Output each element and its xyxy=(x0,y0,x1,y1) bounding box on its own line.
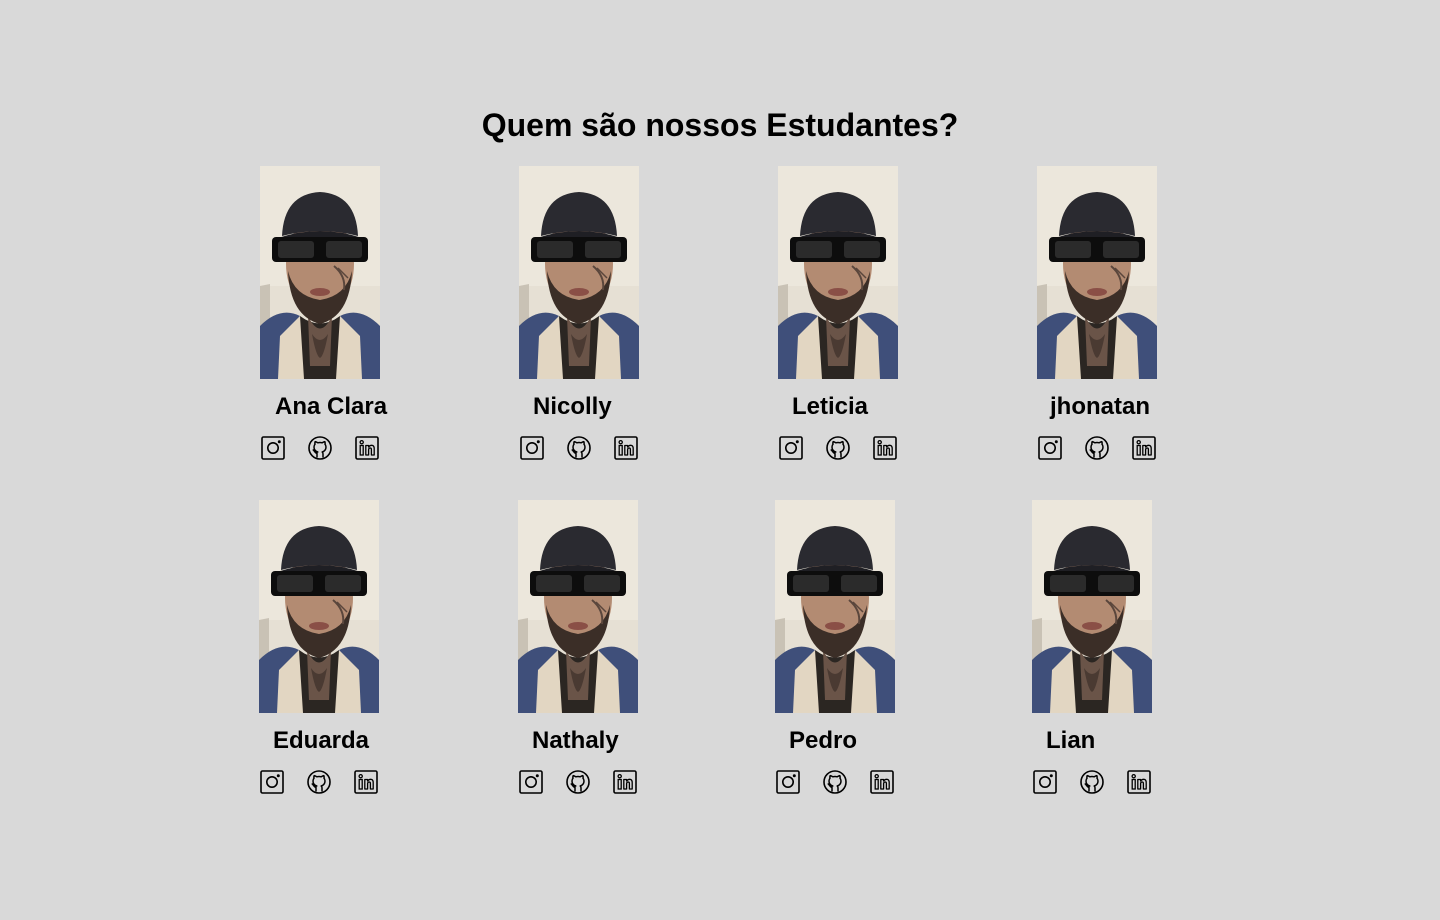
social-links xyxy=(518,769,640,795)
linkedin-icon[interactable] xyxy=(353,769,379,795)
social-links xyxy=(259,769,381,795)
social-links xyxy=(1032,769,1154,795)
instagram-icon[interactable] xyxy=(260,435,286,461)
linkedin-icon[interactable] xyxy=(612,769,638,795)
github-icon[interactable] xyxy=(822,769,848,795)
instagram-icon[interactable] xyxy=(778,435,804,461)
github-icon[interactable] xyxy=(307,435,333,461)
student-photo xyxy=(519,166,639,379)
page-title: Quem são nossos Estudantes? xyxy=(481,107,959,143)
student-photo xyxy=(778,166,898,379)
student-name: Leticia xyxy=(792,393,869,420)
github-icon[interactable] xyxy=(1079,769,1105,795)
student-card: Nicolly xyxy=(519,166,659,466)
instagram-icon[interactable] xyxy=(259,769,285,795)
linkedin-icon[interactable] xyxy=(613,435,639,461)
social-links xyxy=(1037,435,1159,461)
student-photo xyxy=(259,500,379,713)
student-card: Lian xyxy=(1032,500,1172,800)
student-name: Nathaly xyxy=(532,727,619,754)
student-name: Ana Clara xyxy=(275,393,388,420)
linkedin-icon[interactable] xyxy=(872,435,898,461)
student-name: Lian xyxy=(1046,727,1096,754)
student-name: Nicolly xyxy=(533,393,612,420)
student-name: Pedro xyxy=(789,727,858,754)
linkedin-icon[interactable] xyxy=(869,769,895,795)
student-name: jhonatan xyxy=(1050,393,1150,420)
linkedin-icon[interactable] xyxy=(354,435,380,461)
social-links xyxy=(519,435,641,461)
student-photo xyxy=(518,500,638,713)
student-card: jhonatan xyxy=(1037,166,1177,466)
github-icon[interactable] xyxy=(306,769,332,795)
student-card: Ana Clara xyxy=(260,166,400,466)
social-links xyxy=(778,435,900,461)
github-icon[interactable] xyxy=(566,435,592,461)
instagram-icon[interactable] xyxy=(1032,769,1058,795)
linkedin-icon[interactable] xyxy=(1131,435,1157,461)
instagram-icon[interactable] xyxy=(518,769,544,795)
student-photo xyxy=(1032,500,1152,713)
student-card: Leticia xyxy=(778,166,918,466)
instagram-icon[interactable] xyxy=(519,435,545,461)
social-links xyxy=(775,769,897,795)
student-photo xyxy=(1037,166,1157,379)
github-icon[interactable] xyxy=(825,435,851,461)
github-icon[interactable] xyxy=(1084,435,1110,461)
instagram-icon[interactable] xyxy=(1037,435,1063,461)
student-card: Nathaly xyxy=(518,500,658,800)
student-card: Eduarda xyxy=(259,500,399,800)
student-name: Eduarda xyxy=(273,727,370,754)
linkedin-icon[interactable] xyxy=(1126,769,1152,795)
github-icon[interactable] xyxy=(565,769,591,795)
student-card: Pedro xyxy=(775,500,915,800)
student-photo xyxy=(260,166,380,379)
student-photo xyxy=(775,500,895,713)
social-links xyxy=(260,435,382,461)
instagram-icon[interactable] xyxy=(775,769,801,795)
